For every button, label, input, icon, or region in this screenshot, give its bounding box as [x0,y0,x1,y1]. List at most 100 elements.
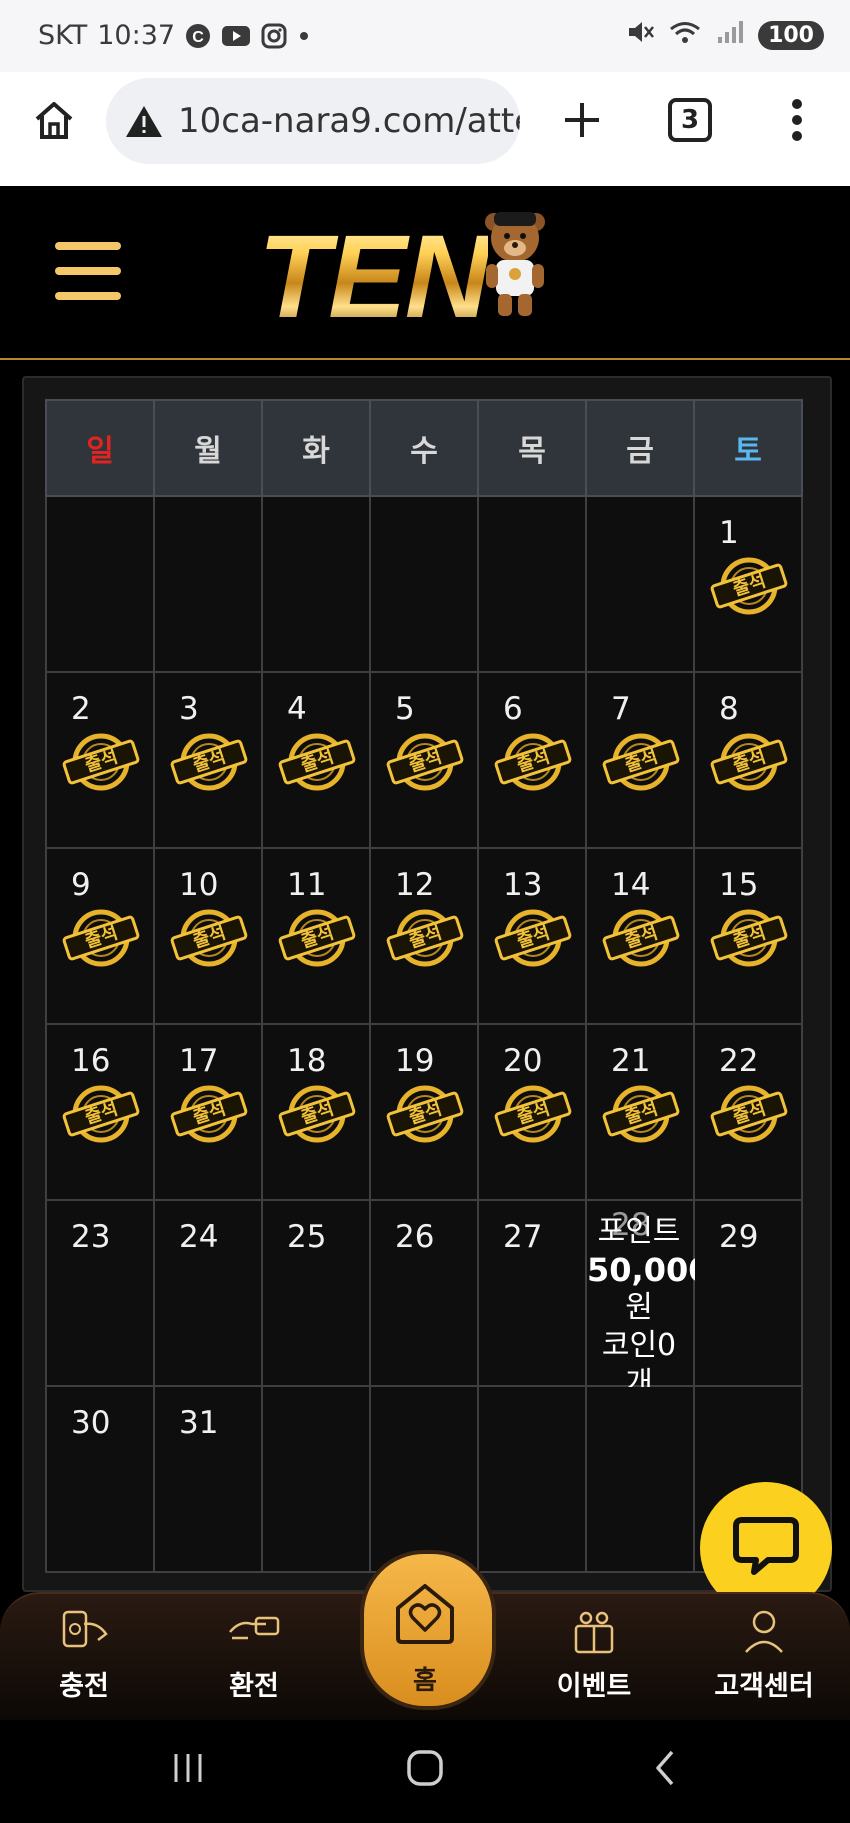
new-tab-icon[interactable] [558,96,606,144]
recent-apps-icon[interactable] [168,1748,208,1792]
day-number: 13 [503,867,543,903]
weekday-mon: 월 [153,399,263,497]
attendance-stamp-icon: 출석 [601,729,681,799]
day-number: 25 [287,1219,327,1255]
calendar-day-cell: 26 [369,1199,479,1387]
calendar-day-cell: 5 출석 [369,671,479,849]
attendance-stamp-icon: 출석 [493,905,573,975]
carrier-label: SKT [38,20,88,51]
calendar-day-cell: 18 출석 [261,1023,371,1201]
nav-support-label: 고객센터 [714,1671,814,1702]
reward-line: 원 [625,1290,653,1325]
day-number: 6 [503,691,523,727]
attendance-stamp-icon: 출석 [385,729,465,799]
day-number: 18 [287,1043,327,1079]
attendance-calendar: 일 월 화 수 목 금 토 1 출석 2 출석 3 출석 4 출석 5 출석 6 출석 7 출석 8 출석 9 출… [45,399,803,1573]
url-text: 10ca-nara9.com/atte [178,101,520,141]
gift-icon [568,1604,620,1660]
calendar-day-cell: 10 출석 [153,847,263,1025]
calendar-day-cell: 12 출석 [369,847,479,1025]
calendar-day-cell: 8 출석 [693,671,803,849]
day-number: 21 [611,1043,651,1079]
day-number: 14 [611,867,651,903]
calendar-day-cell: 14 출석 [585,847,695,1025]
reward-line: 코인0 [601,1328,677,1363]
day-number: 5 [395,691,415,727]
weekday-sun: 일 [45,399,155,497]
site-logo[interactable]: TEN [258,206,550,336]
site-header: TEN [0,186,850,360]
attendance-stamp-icon: 출석 [169,729,249,799]
day-number: 9 [71,867,91,903]
instagram-icon [261,23,287,49]
home-screen-icon[interactable] [405,1748,445,1792]
calendar-day-cell: 1 출석 [693,495,803,673]
wifi-icon [668,18,702,52]
calendar-day-cell: 13 출석 [477,847,587,1025]
attendance-stamp-icon: 출석 [277,905,357,975]
calendar-day-cell: 25 [261,1199,371,1387]
attendance-stamp-icon: 출석 [709,905,789,975]
calendar-day-cell [477,495,587,673]
day-number: 24 [179,1219,219,1255]
day-number: 22 [719,1043,759,1079]
calendar-day-cell: 21 출석 [585,1023,695,1201]
calendar-day-cell: 29 [693,1199,803,1387]
svg-text:C: C [192,29,204,46]
calendar-day-cell: 3 출석 [153,671,263,849]
home-icon[interactable] [30,96,78,144]
calendar-day-cell: 7 출석 [585,671,695,849]
calendar-day-cell: 6 출석 [477,671,587,849]
day-number: 1 [719,515,739,551]
attendance-stamp-icon: 출석 [61,905,141,975]
calendar-day-cell: 15 출석 [693,847,803,1025]
back-icon[interactable] [646,1748,686,1792]
attendance-stamp-icon: 출석 [709,1081,789,1151]
attendance-stamp-icon: 출석 [493,729,573,799]
calendar-day-cell: 27 [477,1199,587,1387]
attendance-stamp-icon: 출석 [601,905,681,975]
calendar-day-cell [585,495,695,673]
deposit-icon [58,1604,110,1658]
day-number: 2 [71,691,91,727]
clock: 10:37 [97,20,176,51]
mute-icon [626,18,655,52]
reward-line: 포인트 [597,1214,681,1249]
attendance-stamp-icon: 출석 [709,729,789,799]
battery-indicator: 100 [758,20,824,50]
calendar-day-cell [261,1385,371,1573]
logo-text: TEN [258,211,490,343]
nav-withdraw-label: 환전 [229,1671,279,1702]
calendar-day-cell [585,1385,695,1573]
attendance-stamp-icon: 출석 [169,1081,249,1151]
calendar-day-cell: 31 [153,1385,263,1573]
calendar-day-cell: 9 출석 [45,847,155,1025]
calendar-day-cell [477,1385,587,1573]
menu-icon[interactable] [55,242,121,300]
more-options-icon[interactable] [782,94,812,146]
weekday-tue: 화 [261,399,371,497]
signal-icon [716,19,744,51]
address-bar[interactable]: 10ca-nara9.com/atte [106,78,520,164]
calendar-day-cell [261,495,371,673]
day-number: 15 [719,867,759,903]
notification-dot-icon [297,29,311,43]
calendar-week-row: 1 출석 [45,495,803,673]
calendar-week-row: 23 24 25 26 27 28 포인트 50,000 원 코인0 개 29 [45,1199,803,1401]
nav-home[interactable]: 홈 [360,1550,496,1710]
nav-withdraw[interactable]: 환전 [194,1594,314,1722]
day-number: 23 [71,1219,111,1255]
day-number: 29 [719,1219,759,1255]
day-number: 20 [503,1043,543,1079]
day-number: 27 [503,1219,543,1255]
nav-event[interactable]: 이벤트 [534,1594,654,1722]
calendar-day-cell: 23 [45,1199,155,1387]
nav-support[interactable]: 고객센터 [704,1594,824,1722]
attendance-stamp-icon: 출석 [277,1081,357,1151]
youtube-icon [221,24,251,48]
tab-switcher-button[interactable]: 3 [668,98,712,142]
calendar-week-row: 2 출석 3 출석 4 출석 5 출석 6 출석 7 출석 8 출석 [45,671,803,849]
calendar-day-cell: 20 출석 [477,1023,587,1201]
status-bar: SKT 10:37 C 100 [0,0,850,72]
nav-deposit[interactable]: 충전 [24,1594,144,1722]
